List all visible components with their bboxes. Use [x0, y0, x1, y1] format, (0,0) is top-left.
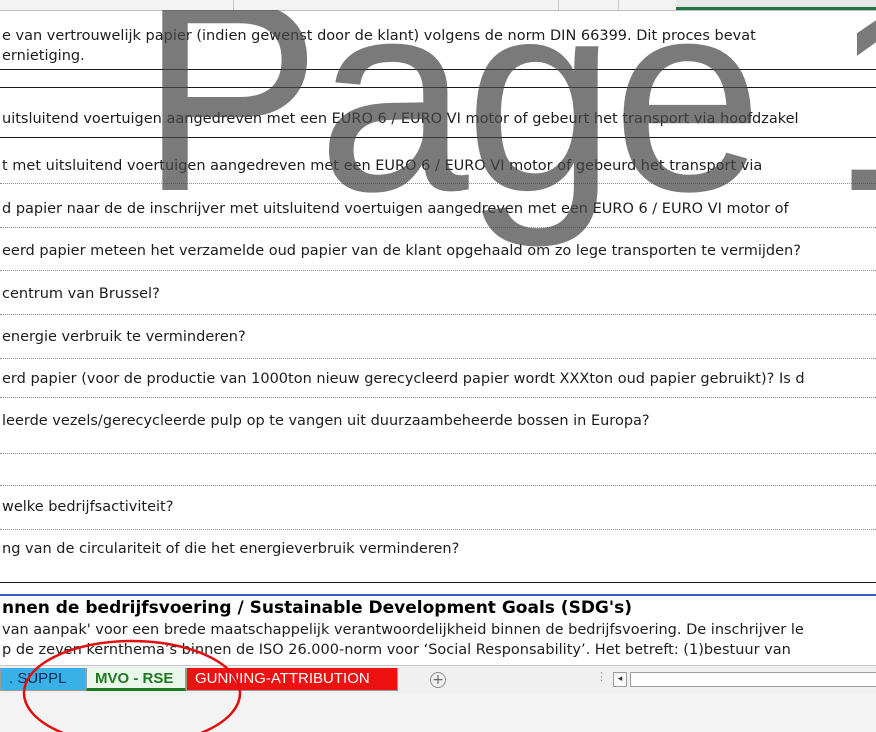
cell-text[interactable]: leerde vezels/gerecycleerde pulp op te v… — [2, 411, 650, 432]
sheet-tab-suppl[interactable]: . SUPPL — [0, 668, 86, 691]
section-description-line[interactable]: van aanpak' voor een brede maatschappeli… — [2, 620, 804, 641]
row-border — [0, 69, 876, 70]
spreadsheet-grid[interactable]: e van vertrouwelijk papier (indien gewen… — [0, 10, 876, 665]
cell-text[interactable]: ng van de circulariteit of die het energ… — [2, 539, 459, 560]
row-border — [0, 453, 876, 454]
cell-text[interactable]: uitsluitend voertuigen aangedreven met e… — [2, 109, 799, 130]
row-border — [0, 183, 876, 184]
horizontal-scrollbar[interactable] — [630, 672, 876, 687]
column-separator — [618, 0, 619, 10]
tab-splitter-handle[interactable]: ⋮ — [596, 671, 607, 682]
cell-text[interactable]: welke bedrijfsactiviteit? — [2, 497, 173, 518]
row-border — [0, 485, 876, 486]
row-border — [0, 314, 876, 315]
row-border — [0, 270, 876, 271]
sheet-tab-mvo-rse[interactable]: MVO - RSE — [86, 668, 186, 691]
section-description-line[interactable]: p de zeven kernthema’s binnen de ISO 26.… — [2, 640, 791, 661]
row-border — [0, 87, 876, 88]
cell-text[interactable]: centrum van Brussel? — [2, 284, 160, 305]
row-border — [0, 358, 876, 359]
cell-text[interactable]: t met uitsluitend voertuigen aangedreven… — [2, 156, 762, 177]
sheet-tab-bar: . SUPPL MVO - RSE GUNNING-ATTRIBUTION + … — [0, 665, 876, 693]
row-border — [0, 529, 876, 530]
cell-text[interactable]: eerd papier meteen het verzamelde oud pa… — [2, 241, 801, 262]
cell-text[interactable]: d papier naar de de inschrijver met uits… — [2, 199, 789, 220]
status-area — [0, 693, 876, 732]
column-separator — [558, 0, 559, 10]
add-sheet-icon[interactable]: + — [430, 672, 446, 688]
cell-text[interactable]: energie verbruik te verminderen? — [2, 327, 246, 348]
cell-text[interactable]: e van vertrouwelijk papier (indien gewen… — [2, 26, 756, 47]
column-separator — [233, 0, 234, 10]
scroll-left-icon[interactable]: ◂ — [613, 672, 627, 687]
section-heading[interactable]: nnen de bedrijfsvoering / Sustainable De… — [2, 598, 632, 619]
sheet-tab-gunning-attribution[interactable]: GUNNING-ATTRIBUTION — [186, 668, 398, 691]
row-border — [0, 137, 876, 138]
row-border — [0, 582, 876, 583]
cell-text[interactable]: ernietiging. — [2, 46, 85, 67]
cell-text[interactable]: erd papier (voor de productie van 1000to… — [2, 369, 805, 390]
row-border — [0, 227, 876, 228]
selected-column-header[interactable] — [676, 0, 876, 10]
section-border — [0, 594, 876, 596]
row-border — [0, 397, 876, 398]
